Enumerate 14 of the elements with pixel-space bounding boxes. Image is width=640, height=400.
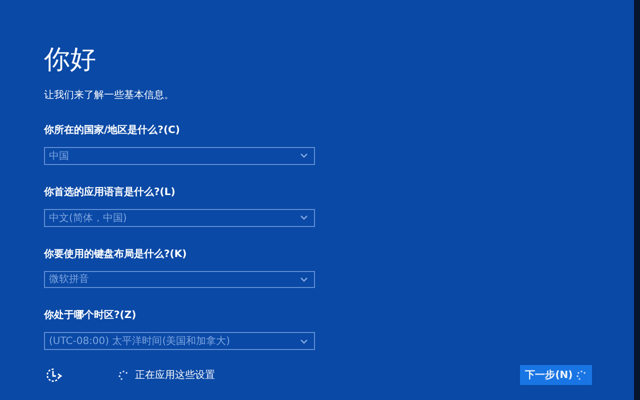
status-text: 正在应用这些设置 bbox=[135, 368, 215, 382]
subtitle: 让我们来了解一些基本信息。 bbox=[44, 89, 175, 103]
loading-spinner-icon bbox=[118, 370, 129, 380]
next-button[interactable]: 下一步(N) bbox=[520, 365, 592, 385]
busy-spinner-icon bbox=[576, 370, 587, 380]
question-label: 你首选的应用语言是什么?(L) bbox=[44, 186, 176, 200]
question-label: 你所在的国家/地区是什么?(C) bbox=[44, 124, 181, 138]
chevron-icon bbox=[300, 215, 308, 220]
chevron-icon bbox=[300, 153, 308, 158]
page-title: 你好 bbox=[44, 44, 97, 76]
chevron-icon bbox=[300, 338, 308, 344]
question-label: 你要使用的键盘布局是什么?(K) bbox=[44, 248, 188, 262]
chevron-icon bbox=[300, 276, 308, 282]
question-label: 你处于哪个时区?(Z) bbox=[44, 309, 138, 324]
